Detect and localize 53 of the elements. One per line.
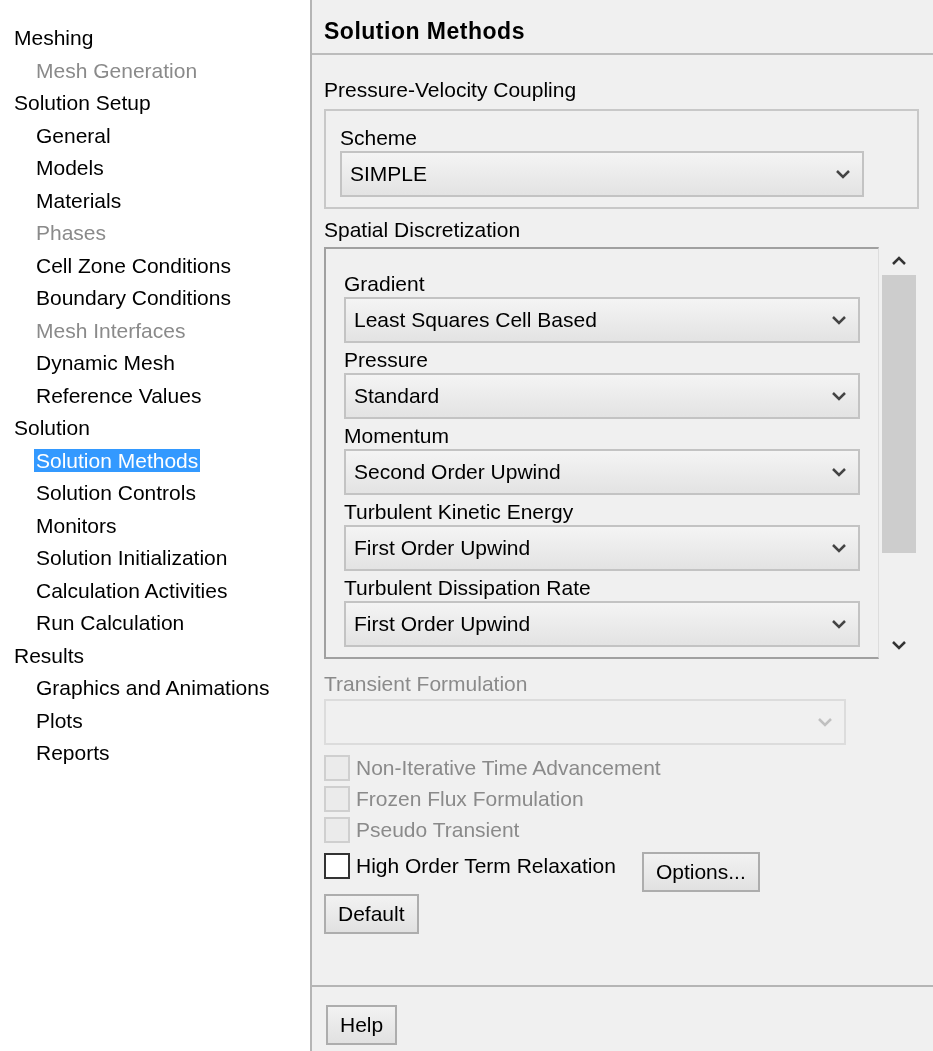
checkbox-label: Pseudo Transient [356, 817, 520, 844]
field-label: Turbulent Dissipation Rate [344, 574, 592, 601]
checkbox-label: Frozen Flux Formulation [356, 786, 584, 813]
tree-item[interactable]: Dynamic Mesh [34, 351, 177, 374]
chevron-down-icon [816, 715, 834, 728]
field-label: Momentum [344, 422, 451, 449]
tree-item[interactable]: Graphics and Animations [34, 676, 272, 699]
section-label: Pressure-Velocity Coupling [324, 76, 578, 103]
tree-item[interactable]: Boundary Conditions [34, 286, 233, 309]
tree-item[interactable]: Materials [34, 188, 124, 212]
tree-item[interactable]: Reference Values [34, 383, 204, 407]
tree-item[interactable]: General [34, 123, 113, 147]
scroll-down-icon[interactable] [890, 638, 908, 651]
dropdown[interactable]: Standard [344, 372, 860, 419]
panel-title: Solution Methods [312, 0, 933, 55]
checkbox-label: Non-Iterative Time Advancement [356, 755, 661, 782]
default-button[interactable]: Default [324, 893, 419, 934]
tree-item[interactable]: Cell Zone Conditions [34, 253, 233, 277]
field-label: Pressure [344, 346, 430, 373]
tree-item[interactable]: Models [34, 156, 106, 179]
chevron-down-icon [830, 541, 848, 554]
scroll-thumb[interactable] [882, 274, 916, 553]
tree-item[interactable]: Monitors [34, 513, 119, 537]
scroll-up-icon[interactable] [890, 254, 908, 267]
tree-group-label[interactable]: Meshing [14, 22, 310, 55]
tree-item[interactable]: Plots [34, 708, 85, 732]
dropdown[interactable]: First Order Upwind [344, 524, 860, 571]
section-label: Spatial Discretization [324, 216, 522, 243]
dropdown[interactable]: SIMPLE [340, 150, 864, 197]
field-label: Scheme [340, 124, 419, 151]
chevron-down-icon [830, 313, 848, 326]
tree-group-label[interactable]: Solution [14, 412, 310, 445]
field-label: Gradient [344, 270, 426, 297]
checkbox-label: High Order Term Relaxation [356, 852, 616, 879]
field-label: Turbulent Kinetic Energy [344, 498, 575, 525]
tree-group-label[interactable]: Results [14, 639, 310, 672]
tree-group-label[interactable]: Solution Setup [14, 87, 310, 120]
help-button[interactable]: Help [326, 1005, 398, 1045]
dropdown[interactable]: Second Order Upwind [344, 448, 860, 495]
tree-item[interactable]: Solution Initialization [34, 546, 230, 569]
tree-item[interactable]: Reports [34, 741, 112, 764]
dropdown[interactable]: First Order Upwind [344, 600, 860, 647]
tree-item[interactable]: Run Calculation [34, 611, 187, 634]
options-button[interactable]: Options... [641, 851, 760, 892]
chevron-down-icon [830, 389, 848, 402]
tree-item[interactable]: Solution Controls [34, 481, 198, 504]
chevron-down-icon [834, 167, 852, 180]
dropdown[interactable]: Least Squares Cell Based [344, 296, 860, 343]
chevron-down-icon [830, 617, 848, 630]
chevron-down-icon [830, 465, 848, 478]
section-label: Transient Formulation [324, 670, 529, 697]
tree-item[interactable]: Calculation Activities [34, 578, 230, 602]
checkbox[interactable] [324, 852, 350, 879]
